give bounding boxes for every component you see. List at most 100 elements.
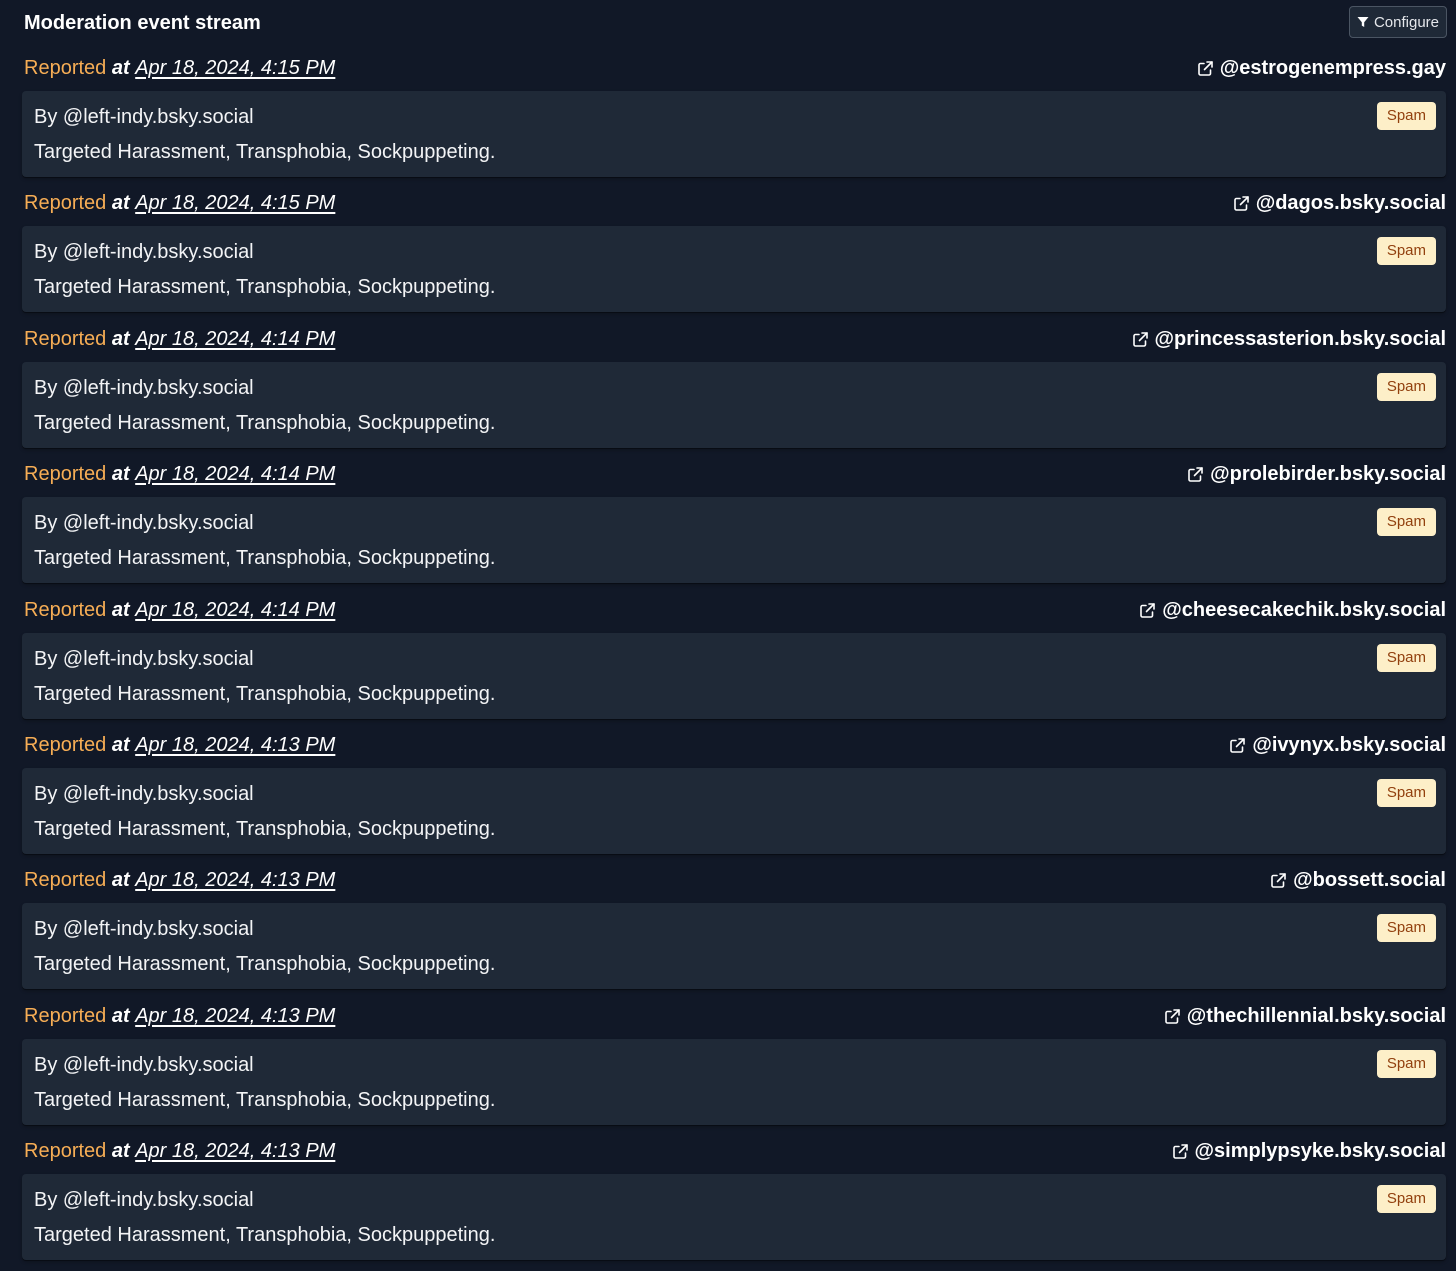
reporter-text: By @left-indy.bsky.social (34, 918, 254, 941)
event-time-link[interactable]: Apr 18, 2024, 4:14 PM (135, 599, 335, 621)
event-item: Reported at Apr 18, 2024, 4:14 PM @ (22, 588, 1446, 723)
subject-link[interactable]: @cheesecakechik.bsky.social (1139, 599, 1446, 622)
external-link-icon (1132, 331, 1149, 348)
reported-label: Reported (24, 869, 107, 892)
reported-label: Reported (24, 327, 107, 350)
event-header: Reported at Apr 18, 2024, 4:14 PM @ (22, 588, 1446, 633)
subject-link[interactable]: @ivynyx.bsky.social (1229, 734, 1446, 757)
event-time-link[interactable]: Apr 18, 2024, 4:14 PM (135, 328, 335, 350)
at-label: at (111, 327, 130, 350)
configure-button[interactable]: Configure (1348, 6, 1447, 38)
subject-link[interactable]: @simplypsyke.bsky.social (1172, 1140, 1446, 1163)
event-item: Reported at Apr 18, 2024, 4:14 PM @ (22, 317, 1446, 452)
at-label: at (111, 57, 130, 79)
subject-handle: @ivynyx.bsky.social (1252, 733, 1446, 756)
event-card: By @left-indy.bsky.social Targeted Haras… (22, 632, 1446, 719)
reported-line: Reported at Apr 18, 2024, 4:15 PM (24, 57, 335, 80)
subject-handle: @thechillennial.bsky.social (1186, 1004, 1446, 1027)
at-label: at (111, 869, 130, 892)
reporter-text: By @left-indy.bsky.social (34, 1189, 254, 1212)
subject-link[interactable]: @dagos.bsky.social (1233, 192, 1446, 215)
subject-handle: @dagos.bsky.social (1255, 192, 1446, 215)
subject-handle: @bossett.social (1293, 869, 1446, 892)
reported-label: Reported (24, 733, 107, 756)
report-type-badge: Spam (1376, 778, 1436, 807)
reason-text: Targeted Harassment, Transphobia, Sockpu… (34, 1224, 496, 1247)
external-link-icon (1270, 872, 1287, 889)
event-header: Reported at Apr 18, 2024, 4:15 PM @ (22, 181, 1446, 226)
subject-link[interactable]: @prolebirder.bsky.social (1187, 463, 1446, 486)
report-type-badge: Spam (1376, 508, 1436, 537)
reason-text: Targeted Harassment, Transphobia, Sockpu… (34, 817, 496, 840)
subject-handle: @estrogenempress.gay (1219, 57, 1446, 79)
reported-line: Reported at Apr 18, 2024, 4:13 PM (24, 1005, 335, 1028)
event-time-link[interactable]: Apr 18, 2024, 4:14 PM (135, 463, 335, 485)
event-item: Reported at Apr 18, 2024, 4:13 PM @ (22, 1129, 1446, 1264)
event-item: Reported at Apr 18, 2024, 4:13 PM @ (22, 723, 1446, 858)
reported-line: Reported at Apr 18, 2024, 4:13 PM (24, 1140, 335, 1163)
reported-line: Reported at Apr 18, 2024, 4:14 PM (24, 599, 335, 622)
report-type-badge: Spam (1376, 1049, 1436, 1078)
reported-line: Reported at Apr 18, 2024, 4:15 PM (24, 192, 335, 215)
reason-text: Targeted Harassment, Transphobia, Sockpu… (34, 1088, 496, 1111)
event-card: By @left-indy.bsky.social Targeted Haras… (22, 767, 1446, 854)
external-link-icon (1139, 602, 1156, 619)
event-header: Reported at Apr 18, 2024, 4:13 PM @ (22, 994, 1446, 1039)
event-time-link[interactable]: Apr 18, 2024, 4:15 PM (135, 192, 335, 214)
reporter-text: By @left-indy.bsky.social (34, 106, 254, 128)
reported-label: Reported (24, 598, 107, 621)
subject-handle: @simplypsyke.bsky.social (1194, 1140, 1446, 1163)
event-item: Reported at Apr 18, 2024, 4:15 PM @ (22, 181, 1446, 316)
reporter-text: By @left-indy.bsky.social (34, 1053, 254, 1076)
subject-handle: @princessasterion.bsky.social (1154, 327, 1446, 350)
event-header: Reported at Apr 18, 2024, 4:15 PM @ (22, 46, 1446, 91)
subject-link[interactable]: @bossett.social (1270, 869, 1446, 892)
event-item: Reported at Apr 18, 2024, 4:15 PM @ (22, 46, 1446, 181)
reported-label: Reported (24, 57, 107, 79)
reporter-text: By @left-indy.bsky.social (34, 512, 254, 535)
page-title: Moderation event stream (24, 11, 261, 34)
event-card: By @left-indy.bsky.social Targeted Haras… (22, 91, 1446, 177)
reported-line: Reported at Apr 18, 2024, 4:14 PM (24, 328, 335, 351)
subject-link[interactable]: @princessasterion.bsky.social (1132, 328, 1446, 351)
reason-text: Targeted Harassment, Transphobia, Sockpu… (34, 682, 496, 705)
reporter-text: By @left-indy.bsky.social (34, 782, 254, 805)
external-link-icon (1197, 60, 1214, 77)
reported-label: Reported (24, 1004, 107, 1027)
at-label: at (111, 733, 130, 756)
event-card: By @left-indy.bsky.social Targeted Haras… (22, 903, 1446, 990)
report-type-badge: Spam (1376, 643, 1436, 672)
reported-line: Reported at Apr 18, 2024, 4:14 PM (24, 463, 335, 486)
event-card: By @left-indy.bsky.social Targeted Haras… (22, 497, 1446, 584)
at-label: at (111, 192, 130, 215)
event-time-link[interactable]: Apr 18, 2024, 4:13 PM (135, 1005, 335, 1027)
configure-label: Configure (1373, 13, 1439, 31)
event-time-link[interactable]: Apr 18, 2024, 4:15 PM (135, 57, 335, 79)
subject-link[interactable]: @thechillennial.bsky.social (1164, 1005, 1446, 1028)
event-time-link[interactable]: Apr 18, 2024, 4:13 PM (135, 869, 335, 891)
funnel-icon (1357, 16, 1369, 28)
reported-label: Reported (24, 1140, 107, 1163)
external-link-icon (1164, 1008, 1181, 1025)
reason-text: Targeted Harassment, Transphobia, Sockpu… (34, 141, 496, 163)
event-header: Reported at Apr 18, 2024, 4:13 PM @ (22, 858, 1446, 903)
reason-text: Targeted Harassment, Transphobia, Sockpu… (34, 547, 496, 570)
reporter-text: By @left-indy.bsky.social (34, 376, 254, 399)
report-type-badge: Spam (1376, 1185, 1436, 1214)
reported-line: Reported at Apr 18, 2024, 4:13 PM (24, 734, 335, 757)
event-list: Reported at Apr 18, 2024, 4:15 PM @estro… (22, 46, 1446, 1265)
external-link-icon (1187, 466, 1204, 483)
at-label: at (111, 1004, 130, 1027)
event-time-link[interactable]: Apr 18, 2024, 4:13 PM (135, 1140, 335, 1162)
reported-line: Reported at Apr 18, 2024, 4:13 PM (24, 869, 335, 892)
report-type-badge: Spam (1376, 914, 1436, 943)
reason-text: Targeted Harassment, Transphobia, Sockpu… (34, 276, 496, 299)
at-label: at (111, 463, 130, 486)
event-time-link[interactable]: Apr 18, 2024, 4:13 PM (135, 734, 335, 756)
report-type-badge: Spam (1376, 102, 1436, 130)
report-type-badge: Spam (1376, 372, 1436, 401)
external-link-icon (1233, 195, 1250, 212)
at-label: at (111, 598, 130, 621)
event-item: Reported at Apr 18, 2024, 4:14 PM @ (22, 452, 1446, 587)
subject-link[interactable]: @estrogenempress.gay (1197, 57, 1446, 80)
